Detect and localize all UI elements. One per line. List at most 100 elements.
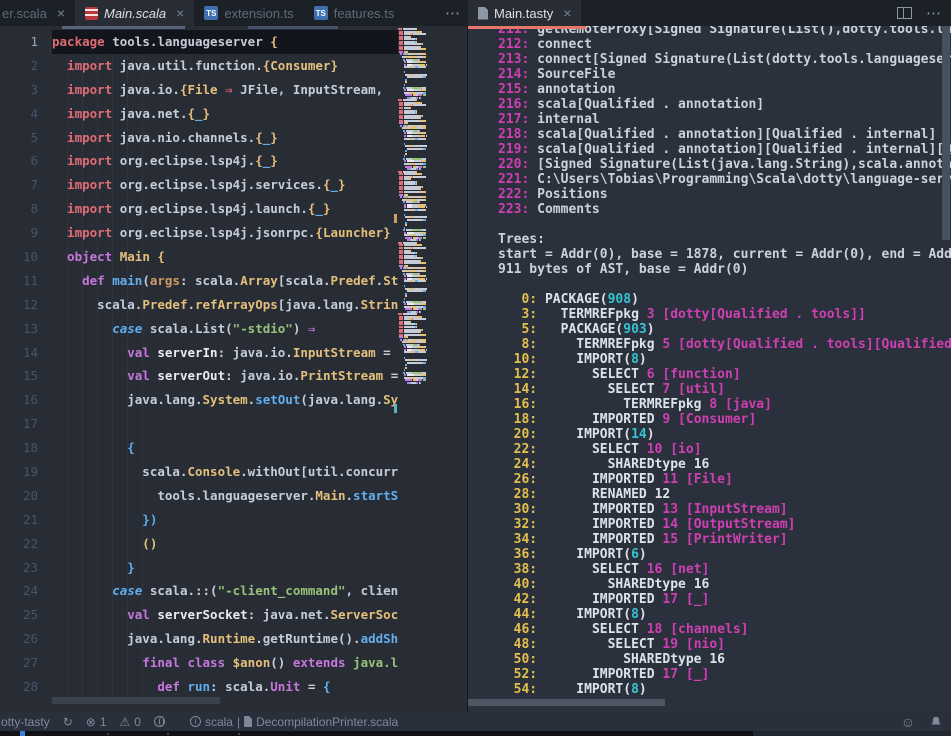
code-line[interactable]: 6 import org.eclipse.lsp4j.{_} — [0, 149, 398, 173]
editor-main-scala[interactable]: 1package tools.languageserver {2 import … — [0, 26, 468, 712]
code-line[interactable]: 18 { — [0, 436, 398, 460]
tasty-tree-line[interactable]: 14: SELECT 7 [util] — [498, 382, 951, 397]
tab-extension-ts[interactable]: TS extension.ts — [194, 0, 303, 26]
code-line[interactable]: 28 def run: scala.Unit = { — [0, 675, 398, 699]
tab-label: Main.scala — [104, 6, 166, 21]
tasty-tree-line[interactable]: 0: PACKAGE(908) — [498, 292, 951, 307]
tasty-tree-line[interactable]: 34: IMPORTED 15 [PrintWriter] — [498, 532, 951, 547]
tab-features-ts[interactable]: TS features.ts — [304, 0, 405, 26]
code-line[interactable]: 15 val serverOut: java.io.PrintStream = — [0, 364, 398, 388]
language-status[interactable]: i scala | DecompilationPrinter.scala — [190, 715, 398, 729]
tab-main-scala[interactable]: Main.scala × — [75, 0, 194, 26]
tasty-tree-line[interactable]: 30: IMPORTED 13 [InputStream] — [498, 502, 951, 517]
horizontal-scrollbar-thumb[interactable] — [52, 697, 220, 704]
tasty-tree-line[interactable]: 18: IMPORTED 9 [Consumer] — [498, 412, 951, 427]
code-line[interactable]: 5 import java.nio.channels.{_} — [0, 126, 398, 150]
code-line[interactable]: 7 import org.eclipse.lsp4j.services.{_} — [0, 173, 398, 197]
code-line[interactable]: 1package tools.languageserver { — [0, 30, 398, 54]
ports-indicator[interactable] — [154, 716, 165, 727]
code-line[interactable]: 25 val serverSocket: java.net.ServerSoc — [0, 603, 398, 627]
code-line[interactable]: 12 scala.Predef.refArrayOps[java.lang.St… — [0, 293, 398, 317]
tasty-tree-line[interactable]: 28: RENAMED 12 — [498, 487, 951, 502]
code-line[interactable]: 9 import org.eclipse.lsp4j.jsonrpc.{Laun… — [0, 221, 398, 245]
feedback-smiley-icon[interactable]: ☺ — [901, 715, 915, 729]
tab-er-scala[interactable]: er.scala × — [0, 0, 75, 26]
tasty-line[interactable]: 220: [Signed Signature(List(java.lang.St… — [498, 157, 951, 172]
workspace-name[interactable]: otty-tasty — [1, 715, 50, 729]
code-text: { — [52, 436, 398, 460]
tab-label: features.ts — [334, 6, 395, 21]
tasty-tree-line[interactable]: 42: IMPORTED 17 [_] — [498, 592, 951, 607]
code-line[interactable]: 13 case scala.List("-stdio") ⇒ — [0, 317, 398, 341]
code-line[interactable]: 16 java.lang.System.setOut(java.lang.Sy — [0, 388, 398, 412]
code-line[interactable]: 26 java.lang.Runtime.getRuntime().addSh — [0, 627, 398, 651]
tasty-tree-line[interactable]: 52: IMPORTED 17 [_] — [498, 667, 951, 682]
tasty-tree-line[interactable]: 16: TERMREFpkg 8 [java] — [498, 397, 951, 412]
close-icon[interactable]: × — [57, 6, 65, 20]
tasty-line[interactable]: 216: scala[Qualified . annotation] — [498, 97, 951, 112]
more-tabs-button[interactable]: ⋯ — [437, 0, 468, 26]
horizontal-scrollbar-thumb[interactable] — [468, 699, 665, 706]
tasty-line[interactable]: 218: scala[Qualified . annotation][Quali… — [498, 127, 951, 142]
blank-line[interactable] — [498, 217, 951, 232]
warnings-indicator[interactable]: ⚠ 0 — [120, 715, 141, 729]
tasty-tree-line[interactable]: 20: IMPORT(14) — [498, 427, 951, 442]
code-line[interactable]: 24 case scala.::("-client_command", clie… — [0, 579, 398, 603]
tasty-tree-line[interactable]: 22: SELECT 10 [io] — [498, 442, 951, 457]
tasty-tree-line[interactable]: 26: IMPORTED 11 [File] — [498, 472, 951, 487]
tasty-line[interactable]: 223: Comments — [498, 202, 951, 217]
tasty-tree-line[interactable]: 40: SHAREDtype 16 — [498, 577, 951, 592]
problems-indicator[interactable]: ⊗ 1 — [86, 715, 107, 729]
tasty-line[interactable]: 222: Positions — [498, 187, 951, 202]
tab-main-tasty[interactable]: Main.tasty × — [468, 0, 581, 26]
tasty-line[interactable]: 215: annotation — [498, 82, 951, 97]
notifications-bell-icon[interactable] — [931, 717, 941, 727]
trees-header-line[interactable]: start = Addr(0), base = 1878, current = … — [498, 247, 951, 262]
editor-main-tasty[interactable]: 211: getRemoteProxy[Signed Signature(Lis… — [468, 26, 951, 712]
code-line[interactable]: 19 scala.Console.withOut[util.concurr — [0, 460, 398, 484]
code-line[interactable]: 4 import java.net.{_} — [0, 102, 398, 126]
tasty-tree-line[interactable]: 10: IMPORT(8) — [498, 352, 951, 367]
code-line[interactable]: 21 }) — [0, 508, 398, 532]
close-icon[interactable]: × — [176, 6, 184, 20]
tasty-tree-line[interactable]: 32: IMPORTED 14 [OutputStream] — [498, 517, 951, 532]
tasty-tree-line[interactable]: 12: SELECT 6 [function] — [498, 367, 951, 382]
trees-header-line[interactable]: Trees: — [498, 232, 951, 247]
code-line[interactable]: 20 tools.languageserver.Main.startS — [0, 484, 398, 508]
code-line[interactable]: 22 () — [0, 532, 398, 556]
tasty-line[interactable]: 219: scala[Qualified . annotation][Quali… — [498, 142, 951, 157]
tasty-line[interactable]: 214: SourceFile — [498, 67, 951, 82]
code-line[interactable]: 14 val serverIn: java.io.InputStream = — [0, 341, 398, 365]
blank-line[interactable] — [498, 277, 951, 292]
tasty-line[interactable]: 221: C:\Users\Tobias\Programming\Scala\d… — [498, 172, 951, 187]
code-line[interactable]: 11 def main(args: scala.Array[scala.Pred… — [0, 269, 398, 293]
tasty-tree-line[interactable]: 24: SHAREDtype 16 — [498, 457, 951, 472]
code-line[interactable]: 23 } — [0, 556, 398, 580]
tasty-tree-line[interactable]: 5: PACKAGE(903) — [498, 322, 951, 337]
sync-button[interactable]: ↻ — [63, 716, 73, 728]
more-actions-button[interactable]: ⋯ — [926, 4, 941, 22]
tasty-tree-line[interactable]: 44: IMPORT(8) — [498, 607, 951, 622]
vertical-scrollbar-thumb[interactable] — [942, 26, 950, 240]
close-icon[interactable]: × — [563, 6, 571, 20]
tasty-tree-line[interactable]: 54: IMPORT(8) — [498, 682, 951, 697]
tasty-tree-line[interactable]: 48: SELECT 19 [nio] — [498, 637, 951, 652]
code-line[interactable]: 2 import java.util.function.{Consumer} — [0, 54, 398, 78]
tasty-tree-line[interactable]: 50: SHAREDtype 16 — [498, 652, 951, 667]
tasty-tree-line[interactable]: 36: IMPORT(6) — [498, 547, 951, 562]
tasty-line[interactable]: 213: connect[Signed Signature(List(dotty… — [498, 52, 951, 67]
tasty-line[interactable]: 217: internal — [498, 112, 951, 127]
tasty-line[interactable]: 212: connect — [498, 37, 951, 52]
minimap[interactable] — [398, 28, 444, 418]
code-line[interactable]: 10 object Main { — [0, 245, 398, 269]
trees-header-line[interactable]: 911 bytes of AST, base = Addr(0) — [498, 262, 951, 277]
code-line[interactable]: 27 final class $anon() extends java.l — [0, 651, 398, 675]
tasty-tree-line[interactable]: 38: SELECT 16 [net] — [498, 562, 951, 577]
code-line[interactable]: 8 import org.eclipse.lsp4j.launch.{_} — [0, 197, 398, 221]
tasty-tree-line[interactable]: 46: SELECT 18 [channels] — [498, 622, 951, 637]
split-editor-icon[interactable] — [897, 7, 912, 19]
tasty-tree-line[interactable]: 3: TERMREFpkg 3 [dotty[Qualified . tools… — [498, 307, 951, 322]
code-line[interactable]: 3 import java.io.{File ⇒ JFile, InputStr… — [0, 78, 398, 102]
code-line[interactable]: 17 — [0, 412, 398, 436]
tasty-tree-line[interactable]: 8: TERMREFpkg 5 [dotty[Qualified . tools… — [498, 337, 951, 352]
